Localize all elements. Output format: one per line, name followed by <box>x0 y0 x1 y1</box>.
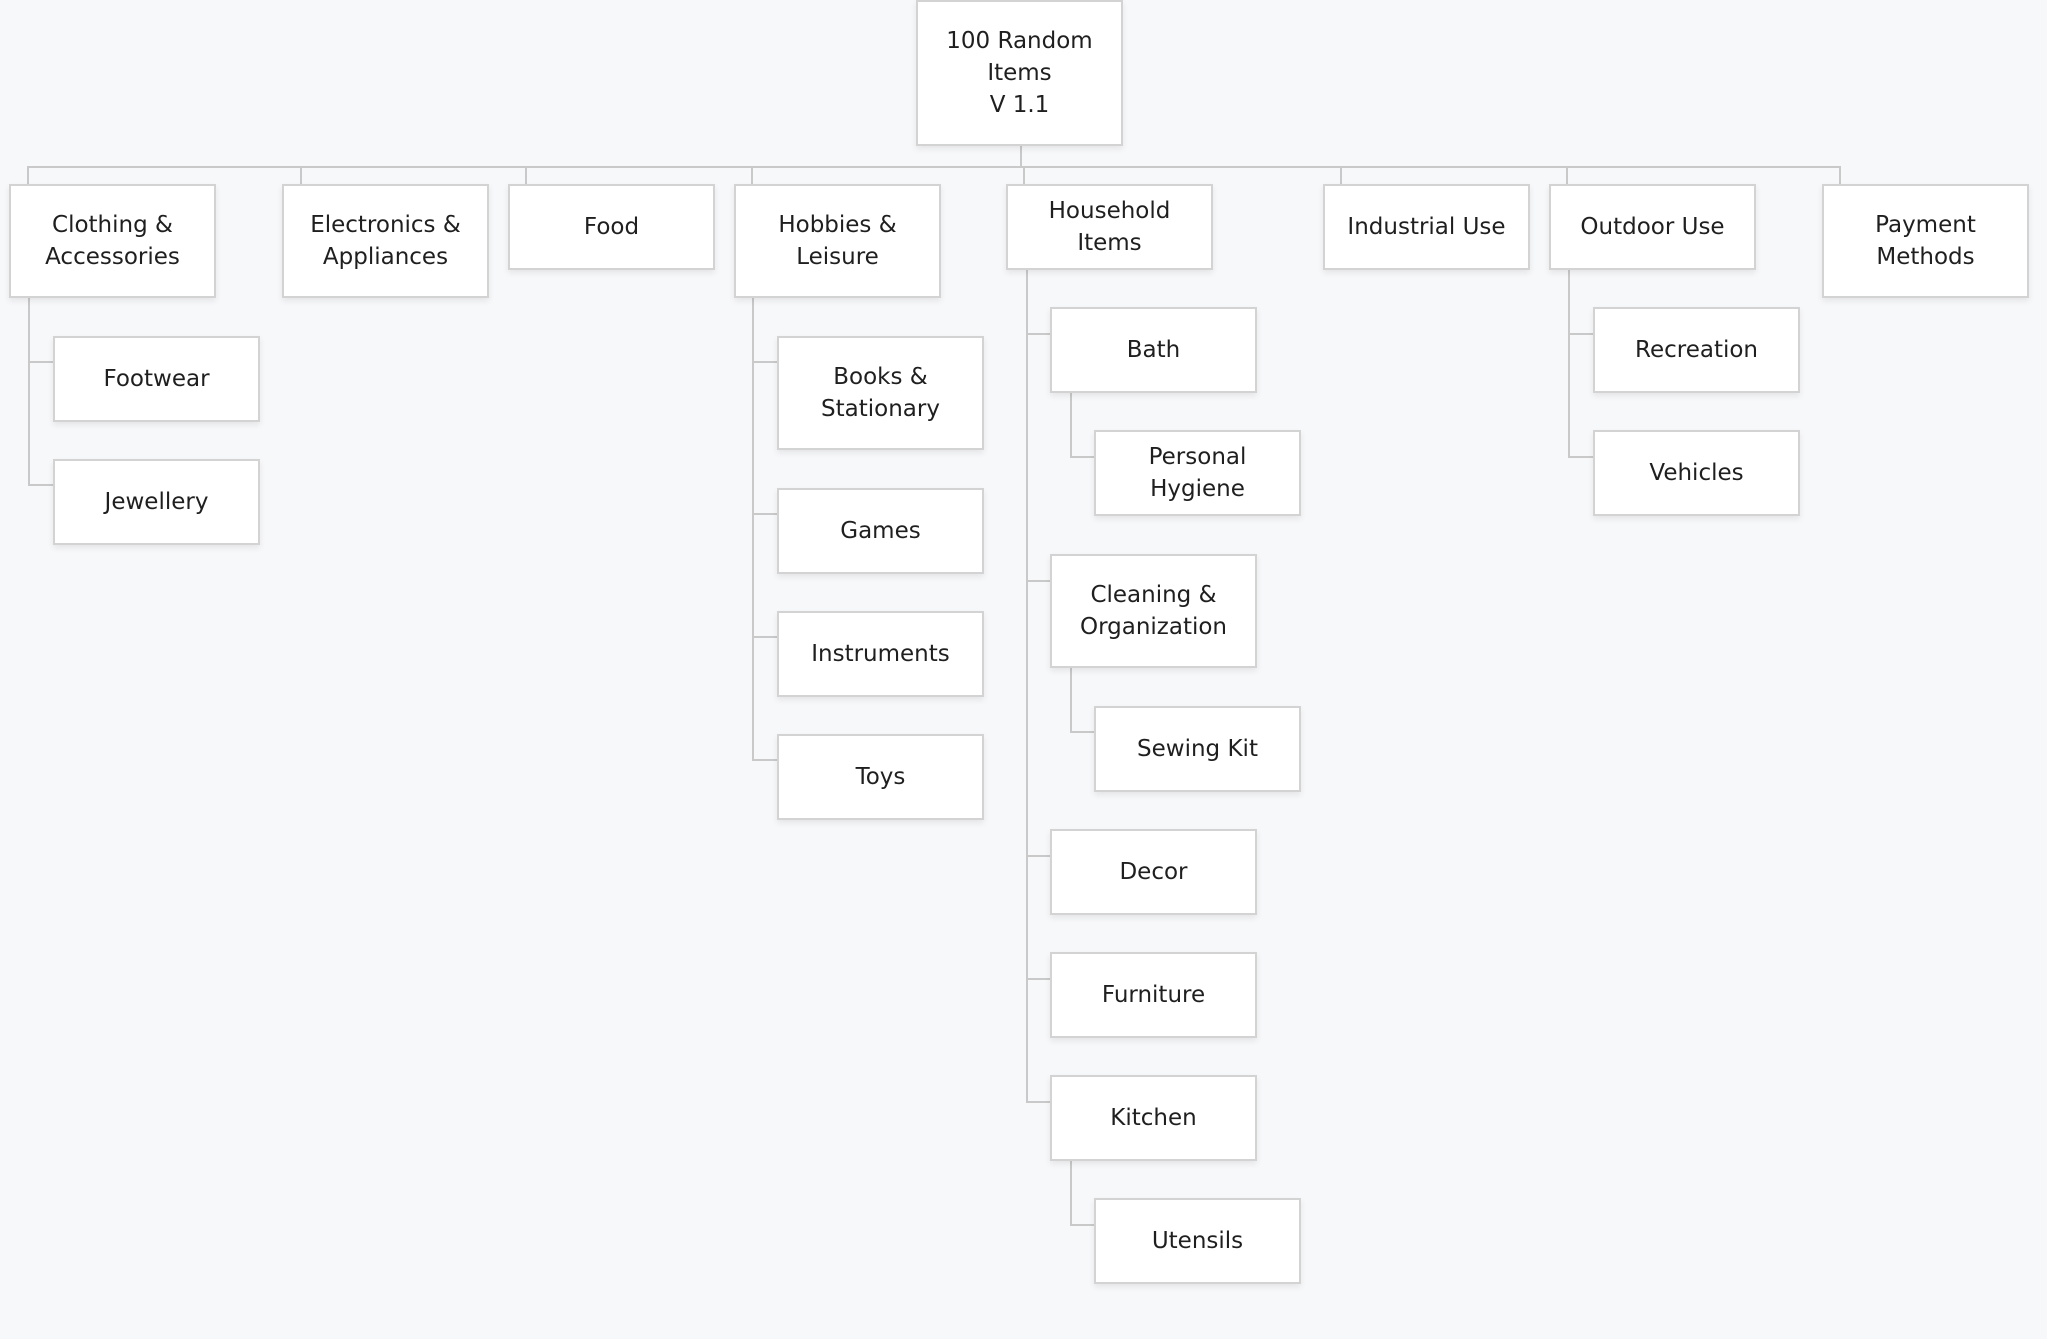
connector-games <box>752 513 778 515</box>
root-node[interactable]: 100 Random Items V 1.1 <box>916 0 1123 146</box>
node-personal-hygiene[interactable]: Personal Hygiene <box>1094 430 1301 516</box>
node-recreation[interactable]: Recreation <box>1593 307 1800 393</box>
connector-decor <box>1026 855 1051 857</box>
node-instruments[interactable]: Instruments <box>777 611 984 697</box>
node-footwear[interactable]: Footwear <box>53 336 260 422</box>
connector-drop-hobbies <box>751 166 753 184</box>
node-household-items[interactable]: Household Items <box>1006 184 1213 270</box>
connector-books <box>752 361 778 363</box>
connector-drop-payment <box>1839 166 1841 184</box>
connector-drop-food <box>525 166 527 184</box>
connector-clothing-trunk <box>28 298 30 485</box>
connector-root-down <box>1020 146 1022 166</box>
connector-kitchen-trunk <box>1070 1161 1072 1225</box>
connector-bath <box>1026 333 1051 335</box>
connector-bath-trunk <box>1070 393 1072 457</box>
connector-cleaning-trunk <box>1070 668 1072 732</box>
connector-vehicles <box>1568 456 1593 458</box>
node-kitchen[interactable]: Kitchen <box>1050 1075 1257 1161</box>
node-industrial-use[interactable]: Industrial Use <box>1323 184 1530 270</box>
node-electronics-appliances[interactable]: Electronics & Appliances <box>282 184 489 298</box>
connector-jewellery <box>28 484 54 486</box>
node-food[interactable]: Food <box>508 184 715 270</box>
connector-drop-outdoor <box>1566 166 1568 184</box>
node-toys[interactable]: Toys <box>777 734 984 820</box>
connector-drop-clothing <box>27 166 29 184</box>
node-sewing-kit[interactable]: Sewing Kit <box>1094 706 1301 792</box>
node-clothing-accessories[interactable]: Clothing & Accessories <box>9 184 216 298</box>
node-bath[interactable]: Bath <box>1050 307 1257 393</box>
connector-furniture <box>1026 978 1051 980</box>
node-utensils[interactable]: Utensils <box>1094 1198 1301 1284</box>
connector-footwear <box>28 361 54 363</box>
connector-toys <box>752 759 778 761</box>
connector-sewing-kit <box>1070 731 1095 733</box>
node-outdoor-use[interactable]: Outdoor Use <box>1549 184 1756 270</box>
node-payment-methods[interactable]: Payment Methods <box>1822 184 2029 298</box>
connector-kitchen <box>1026 1101 1051 1103</box>
connector-recreation <box>1568 333 1593 335</box>
connector-outdoor-trunk <box>1568 270 1570 458</box>
connector-hobbies-trunk <box>752 298 754 760</box>
node-hobbies-leisure[interactable]: Hobbies & Leisure <box>734 184 941 298</box>
connector-instruments <box>752 636 778 638</box>
node-decor[interactable]: Decor <box>1050 829 1257 915</box>
node-books-stationary[interactable]: Books & Stationary <box>777 336 984 450</box>
node-furniture[interactable]: Furniture <box>1050 952 1257 1038</box>
connector-cleaning <box>1026 580 1051 582</box>
node-vehicles[interactable]: Vehicles <box>1593 430 1800 516</box>
connector-drop-electronics <box>300 166 302 184</box>
connector-utensils <box>1070 1224 1095 1226</box>
node-cleaning-organization[interactable]: Cleaning & Organization <box>1050 554 1257 668</box>
connector-drop-industrial <box>1340 166 1342 184</box>
node-games[interactable]: Games <box>777 488 984 574</box>
connector-drop-household <box>1023 166 1025 184</box>
node-jewellery[interactable]: Jewellery <box>53 459 260 545</box>
connector-personal-hygiene <box>1070 456 1095 458</box>
